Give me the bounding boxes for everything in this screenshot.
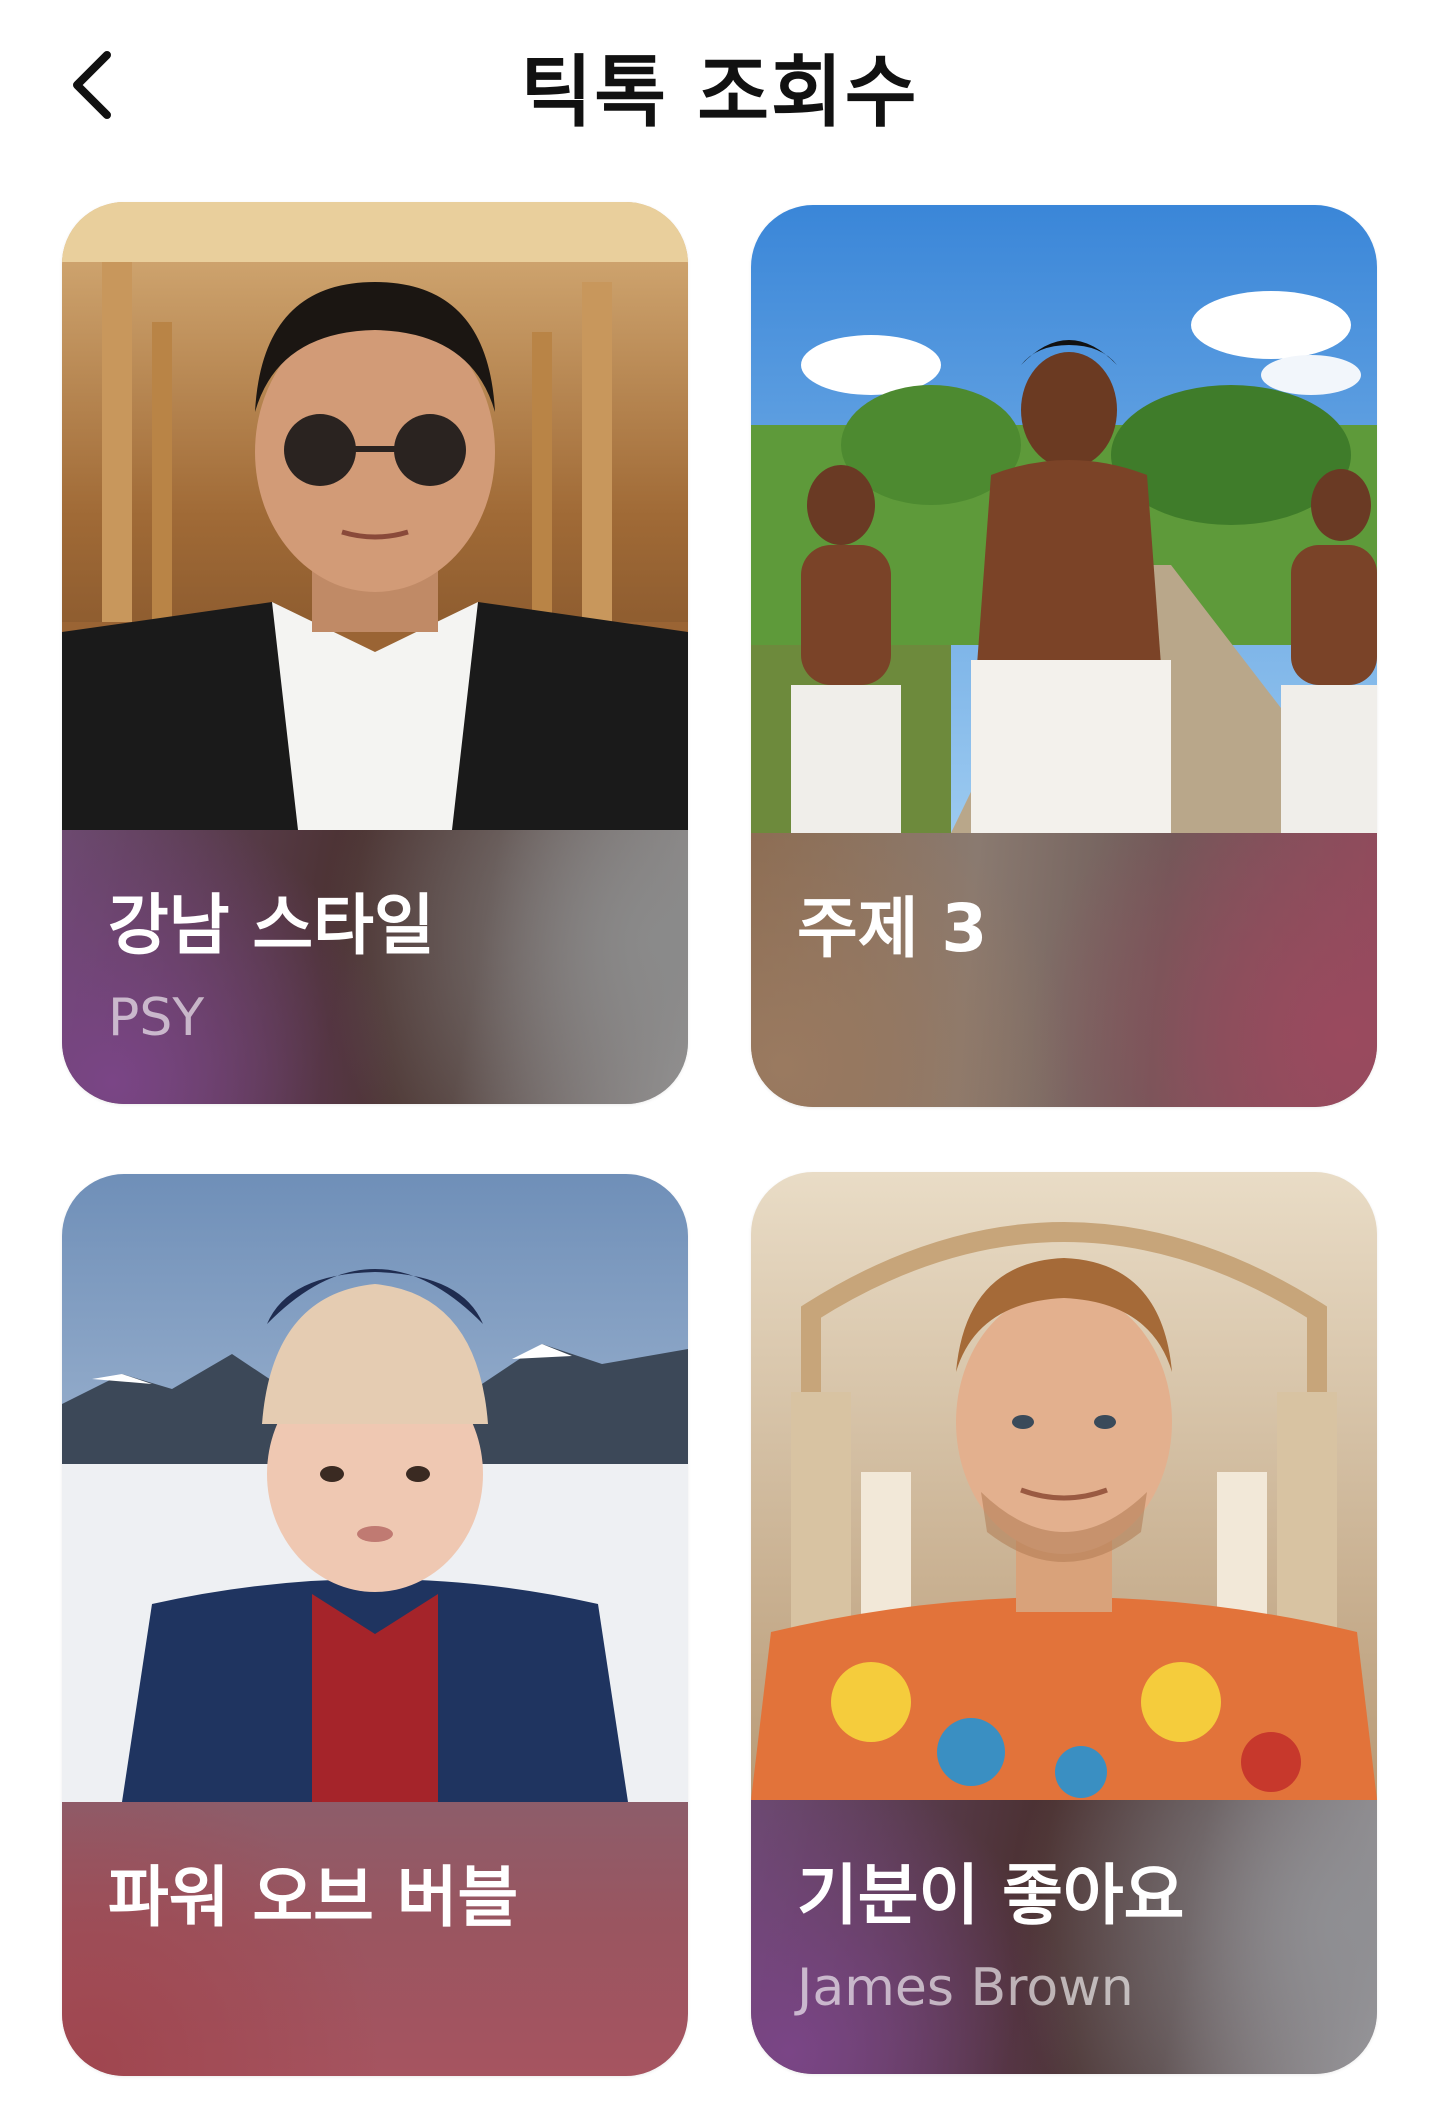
card-info: 파워 오브 버블 [62, 1802, 688, 2076]
card-thumbnail [62, 202, 688, 830]
card-title: 주제 3 [797, 890, 988, 967]
template-card-i-feel-good[interactable]: 기분이 좋아요 James Brown [751, 1172, 1377, 2074]
card-title: 강남 스타일 [108, 887, 435, 964]
card-thumbnail [751, 1172, 1377, 1800]
card-info: 기분이 좋아요 James Brown [751, 1800, 1377, 2074]
template-card-power-of-bubble[interactable]: 파워 오브 버블 [62, 1174, 688, 2076]
card-thumbnail [751, 205, 1377, 833]
card-info: 주제 3 [751, 833, 1377, 1107]
template-card-gangnam-style[interactable]: 강남 스타일 PSY [62, 202, 688, 1104]
card-artist: James Brown [797, 1958, 1134, 2018]
card-artist: PSY [108, 988, 205, 1048]
card-thumbnail [62, 1174, 688, 1802]
card-title: 파워 오브 버블 [108, 1859, 519, 1936]
card-title: 기분이 좋아요 [797, 1857, 1185, 1934]
template-card-topic-3[interactable]: 주제 3 [751, 205, 1377, 1107]
top-bar: 틱톡 조회수 [0, 0, 1439, 170]
card-info: 강남 스타일 PSY [62, 830, 688, 1104]
page-title: 틱톡 조회수 [520, 48, 919, 138]
